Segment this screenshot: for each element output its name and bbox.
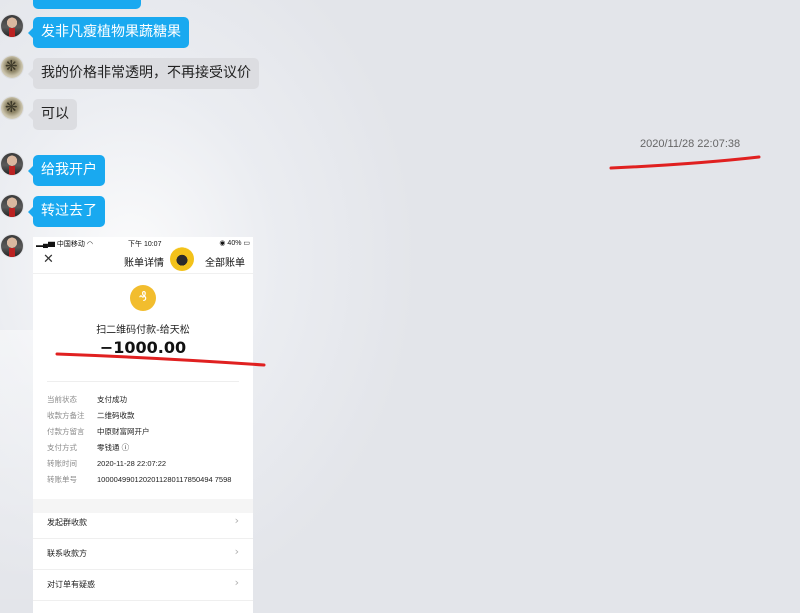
receipt-nav-bar: ✕ 账单详情 全部账单	[33, 247, 253, 274]
chat-bubble-customer[interactable]: 给我开户	[28, 155, 105, 186]
customer-avatar[interactable]	[1, 153, 23, 175]
chat-bubble-seller[interactable]: 我的价格非常透明，不再接受议价	[28, 58, 259, 89]
chevron-right-icon: ›	[234, 545, 239, 558]
customer-avatar[interactable]	[1, 235, 23, 257]
red-underline-annotation	[609, 155, 761, 170]
carrier-label: ▂▄▆ 中国移动 ◠	[36, 241, 93, 248]
detail-row-status: 当前状态 支付成功	[47, 395, 127, 404]
seller-avatar[interactable]	[1, 56, 23, 78]
close-icon[interactable]: ✕	[43, 252, 54, 267]
detail-row-payer-message: 付款方留言 中原财富网开户	[47, 427, 150, 436]
detail-row-payee-note: 收款方备注 二维码收款	[47, 411, 135, 420]
chat-bubble-customer[interactable]: 转过去了	[28, 196, 105, 227]
chat-bubble-customer[interactable]: 发非凡瘦植物果蔬糖果	[28, 17, 189, 48]
payment-amount: −1000.00	[99, 338, 187, 357]
detail-row-payment-method: 支付方式 零钱通 ⓘ	[47, 443, 130, 452]
money-bag-icon: ₰	[130, 285, 156, 311]
mascot-avatar-icon	[170, 247, 194, 271]
payee-label: 扫二维码付款-给天松	[96, 325, 190, 336]
customer-avatar[interactable]	[1, 195, 23, 217]
phone-status-bar: ▂▄▆ 中国移动 ◠ 下午 10:07 ◉ 40% ▭	[33, 237, 253, 249]
detail-row-transfer-time: 转账时间 2020-11-28 22:07:22	[47, 459, 167, 468]
seller-avatar[interactable]	[1, 97, 23, 119]
page-title: 账单详情	[124, 258, 164, 269]
detail-row-transfer-number: 转账单号 1000049901202011280117850494 7598	[47, 475, 232, 484]
message-timestamp: 2020/11/28 22:07:38	[640, 138, 741, 150]
menu-row-contact-payee[interactable]: 联系收款方 ›	[33, 538, 253, 570]
status-time: 下午 10:07	[128, 241, 162, 248]
chevron-right-icon: ›	[234, 576, 239, 589]
all-bills-link[interactable]: 全部账单	[205, 254, 245, 269]
menu-row-order-question[interactable]: 对订单有疑惑 ›	[33, 569, 253, 601]
chat-bubble-partial	[33, 0, 141, 9]
chat-bubble-seller[interactable]: 可以	[28, 99, 77, 130]
divider	[47, 381, 239, 382]
payment-receipt-screenshot[interactable]: ▂▄▆ 中国移动 ◠ 下午 10:07 ◉ 40% ▭ ✕ 账单详情 全部账单 …	[33, 237, 253, 613]
battery-indicator: ◉ 40% ▭	[219, 240, 250, 247]
menu-row-group-collect[interactable]: 发起群收款 ›	[33, 507, 253, 539]
customer-avatar[interactable]	[1, 15, 23, 37]
chevron-right-icon: ›	[234, 514, 239, 527]
